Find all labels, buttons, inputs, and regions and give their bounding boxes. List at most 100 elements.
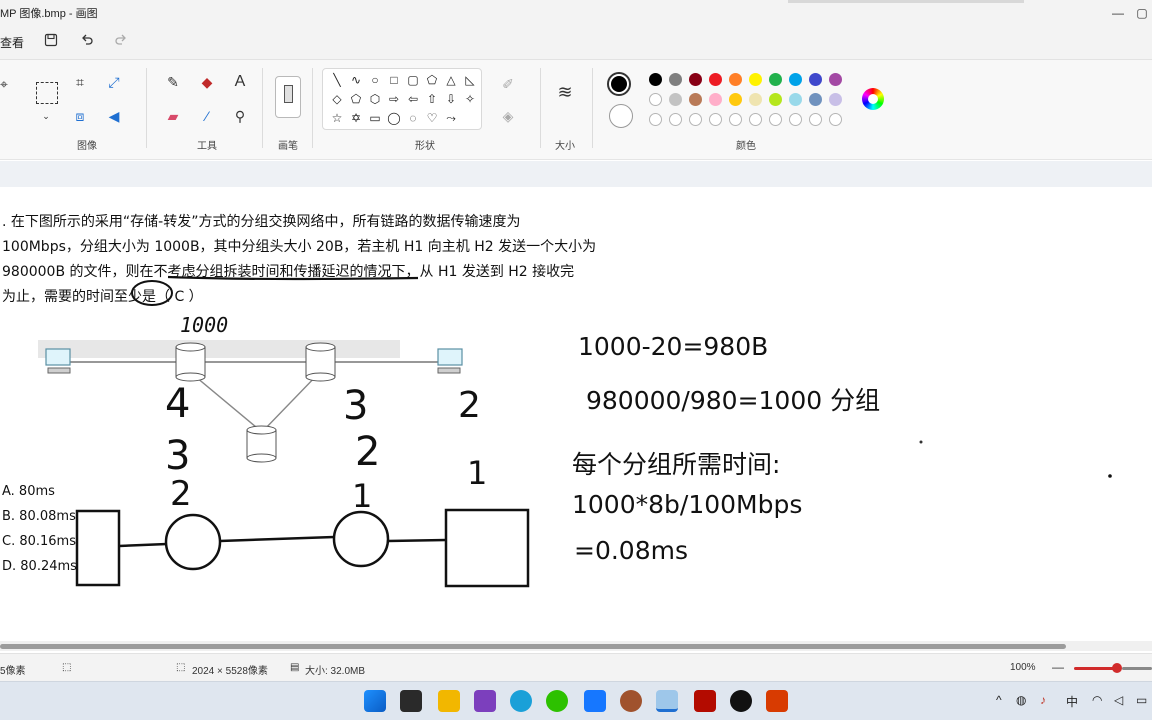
shape-tool[interactable]: ⬠ (348, 91, 364, 107)
shape-tool[interactable]: ∿ (348, 72, 364, 88)
color-swatch[interactable] (769, 73, 782, 86)
app-icon[interactable] (766, 690, 788, 712)
crop-icon[interactable]: ⌗ (70, 72, 90, 92)
shape-tool[interactable]: △ (443, 72, 459, 88)
battery-icon[interactable]: ▭ (1136, 693, 1147, 707)
color-swatch[interactable] (729, 73, 742, 86)
task-view-icon[interactable] (400, 690, 422, 712)
color-swatch[interactable] (709, 73, 722, 86)
color-picker-icon[interactable]: ⁄ (197, 106, 217, 126)
redo-icon[interactable] (114, 33, 128, 53)
wifi-icon[interactable]: ◠ (1092, 693, 1102, 707)
shape-tool[interactable]: ⇩ (443, 91, 459, 107)
shape-tool[interactable]: ╲ (329, 72, 345, 88)
image-select-icon[interactable]: ⧈ (70, 106, 90, 126)
paint-icon[interactable] (656, 690, 678, 712)
shape-tool[interactable]: ♡ (424, 110, 440, 126)
select-icon[interactable] (36, 82, 58, 104)
shape-tool[interactable]: □ (386, 72, 402, 88)
color-swatch[interactable] (689, 113, 702, 126)
microphone-icon[interactable]: ♪ (1040, 693, 1046, 707)
color-swatch[interactable] (749, 73, 762, 86)
qq-icon[interactable]: ◍ (1016, 693, 1026, 707)
edge-icon[interactable] (510, 690, 532, 712)
outline-icon[interactable]: ✐ (498, 74, 518, 94)
color-swatch[interactable] (829, 73, 842, 86)
pencil-icon[interactable]: ✎ (163, 72, 183, 92)
text-icon[interactable]: A (230, 72, 250, 92)
color-swatch[interactable] (669, 93, 682, 106)
resize-icon[interactable]: ⤢ (104, 72, 124, 92)
color-swatch[interactable] (789, 93, 802, 106)
color-swatch[interactable] (749, 113, 762, 126)
file-explorer-icon[interactable] (438, 690, 460, 712)
zoom-slider-thumb[interactable] (1112, 663, 1122, 673)
color-swatch[interactable] (649, 113, 662, 126)
fill-icon[interactable]: ◆ (197, 72, 217, 92)
app-icon[interactable] (620, 690, 642, 712)
shape-tool[interactable]: ☆ (329, 110, 345, 126)
clipboard-icon[interactable]: ⌖ (0, 74, 14, 94)
shape-tool[interactable]: ✡ (348, 110, 364, 126)
drawing-canvas[interactable]: . 在下图所示的采用“存储-转发”方式的分组交换网络中，所有链路的数据传输速度为… (0, 187, 1152, 639)
color-swatch[interactable] (829, 113, 842, 126)
shape-tool[interactable]: ⇦ (405, 91, 421, 107)
color-swatch[interactable] (649, 73, 662, 86)
edit-colors-icon[interactable] (862, 88, 884, 110)
color-swatch[interactable] (829, 93, 842, 106)
visual-studio-icon[interactable] (474, 690, 496, 712)
shape-tool[interactable]: ✧ (462, 91, 478, 107)
ime-indicator[interactable]: 中 (1066, 693, 1078, 710)
color-swatch[interactable] (669, 73, 682, 86)
shape-tool[interactable]: ◯ (386, 110, 402, 126)
color-swatch[interactable] (669, 113, 682, 126)
eraser-icon[interactable]: ▰ (163, 106, 183, 126)
scrollbar-thumb[interactable] (0, 644, 1066, 649)
volume-icon[interactable]: ◁ (1114, 693, 1123, 707)
color-swatch[interactable] (689, 73, 702, 86)
color2-button[interactable] (609, 104, 633, 128)
color-swatch[interactable] (809, 93, 822, 106)
shape-fill-icon[interactable]: ◈ (498, 106, 518, 126)
pdf-icon[interactable] (694, 690, 716, 712)
shape-tool[interactable]: ⬠ (424, 72, 440, 88)
zoom-out-icon[interactable]: — (1052, 660, 1064, 674)
shape-tool[interactable]: ⤳ (443, 110, 459, 126)
undo-icon[interactable] (80, 33, 94, 53)
start-icon[interactable] (364, 690, 386, 712)
minimize-button[interactable]: — (1108, 3, 1128, 23)
shape-tool[interactable]: ⇧ (424, 91, 440, 107)
netease-music-icon[interactable] (730, 690, 752, 712)
save-icon[interactable] (44, 33, 58, 53)
color-swatch[interactable] (729, 113, 742, 126)
color-swatch[interactable] (729, 93, 742, 106)
shape-tool[interactable]: ◺ (462, 72, 478, 88)
wechat-icon[interactable] (546, 690, 568, 712)
color-swatch[interactable] (649, 93, 662, 106)
shape-tool[interactable]: ▭ (367, 110, 383, 126)
color-swatch[interactable] (689, 93, 702, 106)
tray-overflow-icon[interactable]: ^ (996, 693, 1002, 707)
color1-button[interactable] (607, 72, 631, 96)
shape-tool[interactable]: ○ (367, 72, 383, 88)
color-swatch[interactable] (789, 73, 802, 86)
color-swatch[interactable] (809, 73, 822, 86)
chevron-down-icon[interactable]: ⌄ (36, 106, 56, 126)
horizontal-scrollbar[interactable] (0, 641, 1152, 651)
color-swatch[interactable] (769, 113, 782, 126)
color-swatch[interactable] (809, 113, 822, 126)
brush-button[interactable] (275, 76, 301, 118)
color-swatch[interactable] (789, 113, 802, 126)
magnifier-icon[interactable]: ⚲ (230, 106, 250, 126)
view-menu[interactable]: 查看 (0, 33, 24, 53)
color-swatch[interactable] (749, 93, 762, 106)
shape-tool[interactable]: ◇ (329, 91, 345, 107)
maximize-button[interactable]: ▢ (1132, 3, 1152, 23)
shape-tool[interactable]: ▢ (405, 72, 421, 88)
color-swatch[interactable] (709, 93, 722, 106)
shape-tool[interactable]: ⬡ (367, 91, 383, 107)
rotate-icon[interactable]: ◀ (104, 106, 124, 126)
zoom-slider-track[interactable] (1074, 667, 1114, 670)
line-width-icon[interactable]: ≋ (555, 82, 575, 102)
shape-tool[interactable]: ⇨ (386, 91, 402, 107)
